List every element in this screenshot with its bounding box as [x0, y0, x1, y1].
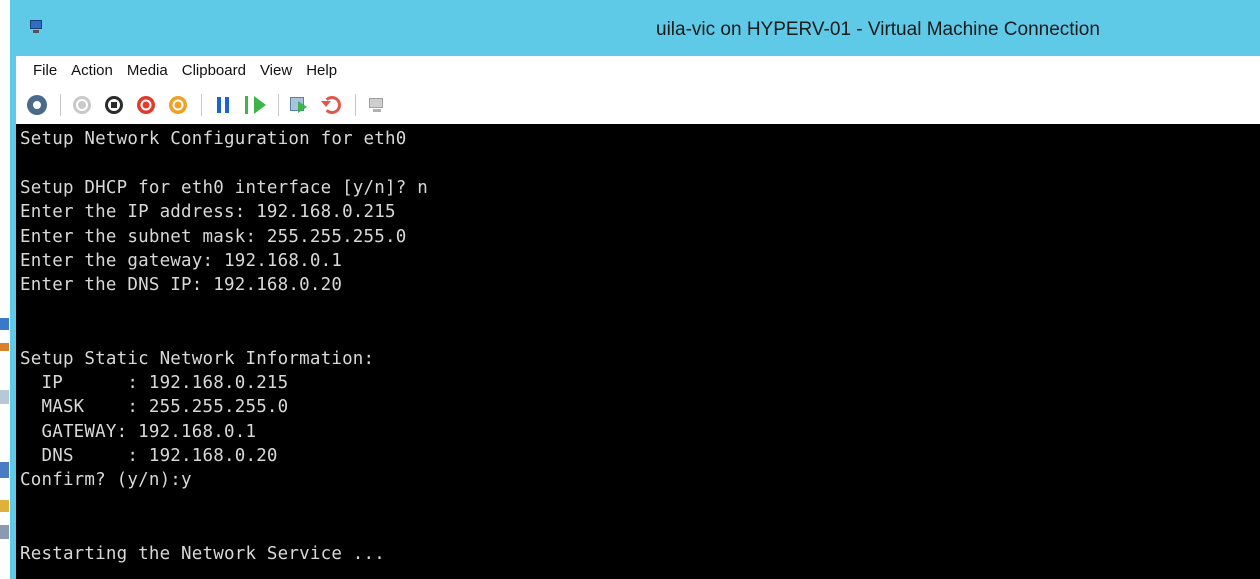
- toolbar-separator: [355, 93, 356, 116]
- menu-media[interactable]: Media: [120, 62, 175, 79]
- start-button[interactable]: [71, 94, 93, 116]
- desktop-edge: [0, 0, 10, 579]
- window-title: uila-vic on HYPERV-01 - Virtual Machine …: [656, 19, 1100, 40]
- save-button[interactable]: [167, 94, 189, 116]
- console-line: MASK : 255.255.255.0: [20, 397, 289, 418]
- menu-file[interactable]: File: [26, 62, 64, 79]
- desktop-shortcut-icon[interactable]: [0, 390, 9, 404]
- console-line: Enter the DNS IP: 192.168.0.20: [20, 275, 343, 296]
- enhanced-session-button[interactable]: [366, 94, 388, 116]
- start-icon: [73, 95, 91, 114]
- resume-icon: [244, 95, 266, 114]
- menu-view[interactable]: View: [253, 62, 299, 79]
- vm-connection-icon[interactable]: [28, 20, 44, 34]
- desktop-shortcut-icon[interactable]: [0, 343, 9, 351]
- turn-off-icon: [105, 95, 123, 114]
- toolbar-separator: [60, 93, 61, 116]
- desktop-shortcut-icon[interactable]: [0, 500, 9, 512]
- console-line: Restarting the Network Service ...: [20, 543, 386, 564]
- save-icon: [169, 95, 187, 114]
- shut-down-icon: [137, 95, 155, 114]
- desktop-shortcut-icon[interactable]: [0, 462, 9, 478]
- console-line: Setup Static Network Information:: [20, 348, 375, 369]
- enhanced-session-icon: [367, 96, 387, 114]
- menu-bar: File Action Media Clipboard View Help: [16, 56, 1260, 85]
- revert-icon: [321, 95, 341, 114]
- pause-button[interactable]: [212, 94, 234, 116]
- ctrl-alt-del-button[interactable]: [26, 94, 48, 116]
- console-line: Confirm? (y/n):y: [20, 470, 192, 491]
- menu-help[interactable]: Help: [299, 62, 344, 79]
- checkpoint-icon: [290, 96, 310, 113]
- console-line: DNS : 192.168.0.20: [20, 446, 278, 467]
- console-line: Enter the IP address: 192.168.0.215: [20, 202, 396, 223]
- console-line: IP : 192.168.0.215: [20, 372, 289, 393]
- shut-down-button[interactable]: [135, 94, 157, 116]
- console-line: Enter the gateway: 192.168.0.1: [20, 250, 343, 271]
- console-line: Setup Network Configuration for eth0: [20, 129, 407, 149]
- ctrl-alt-del-icon: [27, 94, 47, 115]
- vm-connection-window: uila-vic on HYPERV-01 - Virtual Machine …: [10, 0, 1260, 579]
- desktop-shortcut-icon[interactable]: [0, 318, 9, 330]
- resume-button[interactable]: [244, 94, 266, 116]
- toolbar: [16, 85, 1260, 124]
- vm-console-screen[interactable]: Setup Network Configuration for eth0 Set…: [16, 124, 1260, 579]
- pause-icon: [217, 96, 229, 113]
- revert-button[interactable]: [321, 94, 343, 116]
- checkpoint-button[interactable]: [289, 94, 311, 116]
- toolbar-separator: [201, 93, 202, 116]
- menu-action[interactable]: Action: [64, 62, 120, 79]
- toolbar-separator: [278, 93, 279, 116]
- menu-clipboard[interactable]: Clipboard: [175, 62, 253, 79]
- console-line: Setup DHCP for eth0 interface [y/n]? n: [20, 177, 428, 198]
- console-line: Enter the subnet mask: 255.255.255.0: [20, 226, 407, 247]
- turn-off-button[interactable]: [103, 94, 125, 116]
- title-bar[interactable]: uila-vic on HYPERV-01 - Virtual Machine …: [16, 0, 1260, 56]
- desktop-shortcut-icon[interactable]: [0, 525, 9, 539]
- console-line: GATEWAY: 192.168.0.1: [20, 421, 257, 442]
